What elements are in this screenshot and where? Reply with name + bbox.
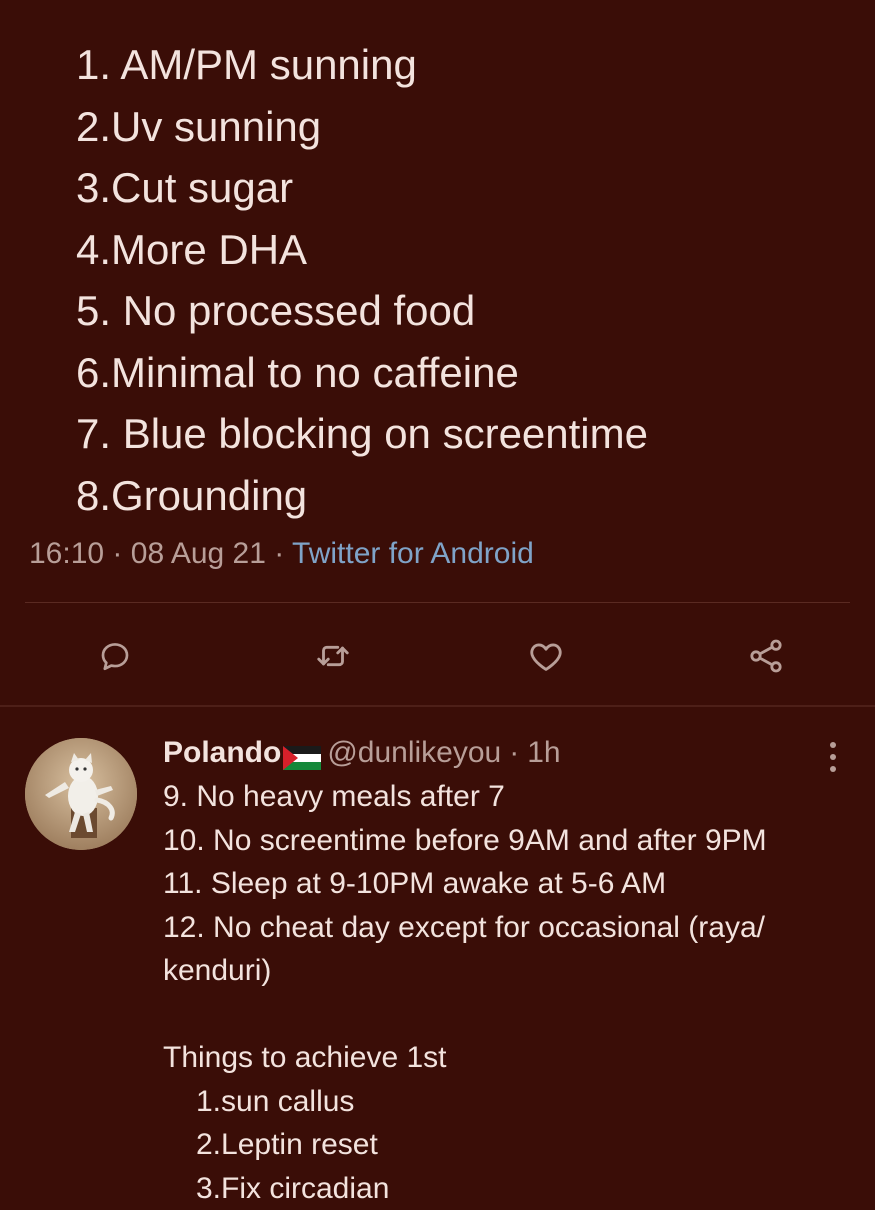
tweet-line: 7. Blue blocking on screentime — [76, 403, 856, 465]
reply-line: 1.sun callus — [163, 1080, 863, 1124]
retweet-icon — [314, 637, 352, 675]
tweet-line: 4.More DHA — [76, 219, 856, 281]
reply-line: 12. No cheat day except for occasional (… — [163, 906, 863, 950]
main-tweet: 1. AM/PM sunning 2.Uv sunning 3.Cut suga… — [0, 0, 875, 706]
share-icon — [746, 636, 786, 676]
meta-separator: · — [509, 733, 519, 773]
avatar[interactable] — [25, 738, 137, 850]
reply-line: 9. No heavy meals after 7 — [163, 775, 863, 819]
reply-line: 3.Fix circadian — [163, 1167, 863, 1210]
reply-line: 2.Leptin reset — [163, 1123, 863, 1167]
reply-text: 9. No heavy meals after 7 10. No screent… — [163, 775, 863, 1210]
more-dot — [830, 742, 836, 748]
divider — [25, 602, 850, 603]
reply-tweet[interactable]: Polando @dunlikeyou · 1h 9. No heavy mea… — [0, 707, 875, 1200]
tweet-line: 6.Minimal to no caffeine — [76, 342, 856, 404]
tweet-date: 08 Aug 21 — [131, 537, 266, 570]
heart-icon — [527, 637, 565, 675]
reply-line: 11. Sleep at 9-10PM awake at 5-6 AM — [163, 862, 863, 906]
meta-separator: · — [112, 537, 122, 570]
reply-blank-line — [163, 993, 863, 1037]
meta-separator: · — [274, 537, 284, 570]
tweet-line: 5. No processed food — [76, 280, 856, 342]
reply-header: Polando @dunlikeyou · 1h — [163, 733, 561, 773]
tweet-line: 3.Cut sugar — [76, 157, 856, 219]
tweet-line: 2.Uv sunning — [76, 96, 856, 158]
tweet-text: 1. AM/PM sunning 2.Uv sunning 3.Cut suga… — [76, 34, 856, 526]
tweet-time: 16:10 — [29, 537, 104, 570]
tweet-actions-bar — [0, 630, 875, 682]
user-handle[interactable]: @dunlikeyou — [327, 733, 501, 773]
more-dot — [830, 754, 836, 760]
more-options-icon[interactable] — [818, 737, 848, 777]
tweet-source-link[interactable]: Twitter for Android — [292, 537, 534, 570]
tweet-metadata: 16:10 · 08 Aug 21 · Twitter for Android — [29, 534, 534, 574]
palestine-flag-icon — [283, 741, 321, 765]
reply-line: kenduri) — [163, 949, 863, 993]
share-button[interactable] — [740, 630, 792, 682]
more-dot — [830, 766, 836, 772]
reply-line: Things to achieve 1st — [163, 1036, 863, 1080]
like-button[interactable] — [520, 630, 572, 682]
reply-button[interactable] — [89, 630, 141, 682]
reply-time: 1h — [527, 733, 560, 773]
reply-line: 10. No screentime before 9AM and after 9… — [163, 819, 863, 863]
tweet-line: 1. AM/PM sunning — [76, 34, 856, 96]
retweet-button[interactable] — [307, 630, 359, 682]
reply-icon — [97, 638, 133, 674]
tweet-line: 8.Grounding — [76, 465, 856, 527]
display-name[interactable]: Polando — [163, 733, 281, 773]
